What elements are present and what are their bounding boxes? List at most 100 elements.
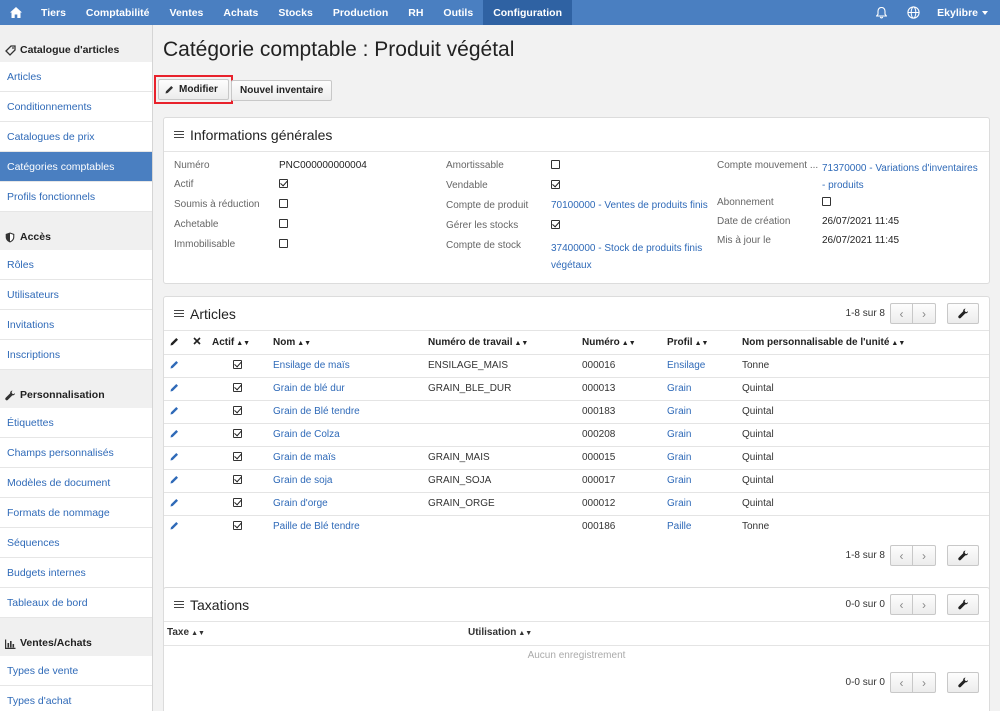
pencil-icon [170, 337, 178, 346]
table-row: Grain de Blé tendre 000183 Grain Quintal [164, 399, 989, 423]
table-settings-button[interactable] [947, 545, 979, 566]
article-profile-link[interactable]: Paille [667, 521, 691, 532]
article-name-link[interactable]: Paille de Blé tendre [273, 521, 360, 532]
article-profile-link[interactable]: Grain [667, 498, 691, 509]
user-menu[interactable]: Ekylibre [929, 0, 1000, 25]
globe-icon[interactable] [897, 0, 929, 25]
col-profil[interactable]: Profil ▲▼ [666, 332, 742, 354]
table-settings-button[interactable] [947, 594, 979, 615]
article-name-link[interactable]: Grain de blé dur [273, 383, 345, 394]
actif-checkbox [233, 520, 242, 530]
article-profile-link[interactable]: Grain [667, 383, 691, 394]
compte-produit-link[interactable]: 70100000 - Ventes de produits finis [551, 200, 708, 211]
article-profile-link[interactable]: Grain [667, 452, 691, 463]
article-unit: Quintal [742, 422, 989, 446]
articles-count-bottom: 1-8 sur 8 [845, 550, 885, 561]
compte-stock-link[interactable]: 37400000 - Stock de produits finis végéta… [551, 240, 702, 274]
article-profile-link[interactable]: Ensilage [667, 360, 705, 371]
article-work-number: GRAIN_ORGE [426, 491, 581, 515]
sidebar-item-articles[interactable]: Articles [0, 62, 152, 92]
article-name-link[interactable]: Grain de Blé tendre [273, 406, 360, 417]
sidebar-item-tableaux-bord[interactable]: Tableaux de bord [0, 588, 152, 618]
next-page-button[interactable]: › [913, 595, 935, 614]
prev-page-button[interactable]: ‹ [891, 304, 913, 323]
sidebar-item-categories-comptables[interactable]: Catégories comptables [0, 152, 152, 182]
article-name-link[interactable]: Grain de maïs [273, 452, 336, 463]
sidebar-item-invitations[interactable]: Invitations [0, 310, 152, 340]
article-unit: Quintal [742, 376, 989, 400]
prev-page-button[interactable]: ‹ [891, 673, 913, 692]
sidebar-item-formats-nommage[interactable]: Formats de nommage [0, 498, 152, 528]
nav-production[interactable]: Production [323, 0, 398, 25]
next-page-button[interactable]: › [913, 673, 935, 692]
nav-configuration[interactable]: Configuration [483, 0, 573, 25]
articles-panel: Articles 1-8 sur 8 ‹ › Actif ▲▼ Nom ▲▼ Numé… [163, 296, 990, 601]
sidebar-item-modeles-document[interactable]: Modèles de document [0, 468, 152, 498]
article-name-link[interactable]: Ensilage de maïs [273, 360, 350, 371]
col-numero-travail[interactable]: Numéro de travail ▲▼ [426, 332, 581, 354]
wrench-icon [5, 390, 17, 401]
new-inventory-button[interactable]: Nouvel inventaire [231, 80, 333, 101]
col-taxe[interactable]: Taxe ▲▼ [167, 627, 205, 638]
sidebar-item-profils-fonctionnels[interactable]: Profils fonctionnels [0, 182, 152, 212]
edit-pencil-icon[interactable] [170, 383, 179, 395]
sidebar-item-champs-personnalises[interactable]: Champs personnalisés [0, 438, 152, 468]
edit-pencil-icon[interactable] [170, 475, 179, 487]
article-name-link[interactable]: Grain de Colza [273, 429, 340, 440]
sort-icon: ▲▼ [891, 340, 906, 348]
prev-page-button[interactable]: ‹ [891, 546, 913, 565]
sidebar-item-utilisateurs[interactable]: Utilisateurs [0, 280, 152, 310]
nav-achats[interactable]: Achats [213, 0, 268, 25]
bell-icon[interactable] [865, 0, 897, 25]
nav-ventes[interactable]: Ventes [160, 0, 214, 25]
sidebar-item-types-vente[interactable]: Types de vente [0, 656, 152, 686]
nav-tiers[interactable]: Tiers [31, 0, 76, 25]
article-name-link[interactable]: Grain d'orge [273, 498, 328, 509]
edit-pencil-icon[interactable] [170, 521, 179, 533]
col-unite[interactable]: Nom personnalisable de l'unité ▲▼ [742, 332, 989, 354]
sidebar-item-catalogues-prix[interactable]: Catalogues de prix [0, 122, 152, 152]
nav-rh[interactable]: RH [398, 0, 433, 25]
table-settings-button[interactable] [947, 672, 979, 693]
article-profile-link[interactable]: Grain [667, 475, 691, 486]
general-info-panel: Informations générales Numéro PNC00000000… [163, 117, 990, 284]
compte-stock-label: Compte de stock [446, 240, 522, 251]
table-settings-button[interactable] [947, 303, 979, 324]
sidebar-item-budgets-internes[interactable]: Budgets internes [0, 558, 152, 588]
next-page-button[interactable]: › [913, 546, 935, 565]
modify-button[interactable]: Modifier [158, 79, 229, 100]
home-icon[interactable] [0, 0, 31, 25]
col-taxe-label: Taxe [167, 627, 190, 638]
bar-chart-icon [5, 639, 17, 649]
nav-outils[interactable]: Outils [433, 0, 483, 25]
sidebar-item-inscriptions[interactable]: Inscriptions [0, 340, 152, 370]
edit-pencil-icon[interactable] [170, 452, 179, 464]
maj-label: Mis à jour le [717, 235, 771, 246]
edit-pencil-icon[interactable] [170, 498, 179, 510]
edit-pencil-icon[interactable] [170, 360, 179, 372]
sidebar-item-etiquettes[interactable]: Étiquettes [0, 408, 152, 438]
article-profile-link[interactable]: Grain [667, 429, 691, 440]
col-actif[interactable]: Actif ▲▼ [208, 332, 270, 354]
nav-comptabilite[interactable]: Comptabilité [76, 0, 160, 25]
sidebar-item-conditionnements[interactable]: Conditionnements [0, 92, 152, 122]
top-navigation: Tiers Comptabilité Ventes Achats Stocks … [0, 0, 1000, 25]
wrench-icon [957, 599, 968, 610]
nav-stocks[interactable]: Stocks [268, 0, 322, 25]
article-name-link[interactable]: Grain de soja [273, 475, 332, 486]
edit-pencil-icon[interactable] [170, 429, 179, 441]
date-creation-label: Date de création [717, 216, 791, 227]
edit-pencil-icon[interactable] [170, 406, 179, 418]
prev-page-button[interactable]: ‹ [891, 595, 913, 614]
user-name: Ekylibre [937, 6, 978, 19]
col-nom[interactable]: Nom ▲▼ [270, 332, 426, 354]
sidebar-item-roles[interactable]: Rôles [0, 250, 152, 280]
compte-mouvement-link[interactable]: 71370000 - Variations d'inventaires - pro… [822, 160, 978, 194]
table-row: Paille de Blé tendre 000186 Paille Tonne [164, 514, 989, 538]
col-numero[interactable]: Numéro ▲▼ [581, 332, 666, 354]
next-page-button[interactable]: › [913, 304, 935, 323]
article-profile-link[interactable]: Grain [667, 406, 691, 417]
sidebar-item-types-achat[interactable]: Types d'achat [0, 686, 152, 711]
col-utilisation[interactable]: Utilisation ▲▼ [468, 627, 532, 638]
sidebar-item-sequences[interactable]: Séquences [0, 528, 152, 558]
